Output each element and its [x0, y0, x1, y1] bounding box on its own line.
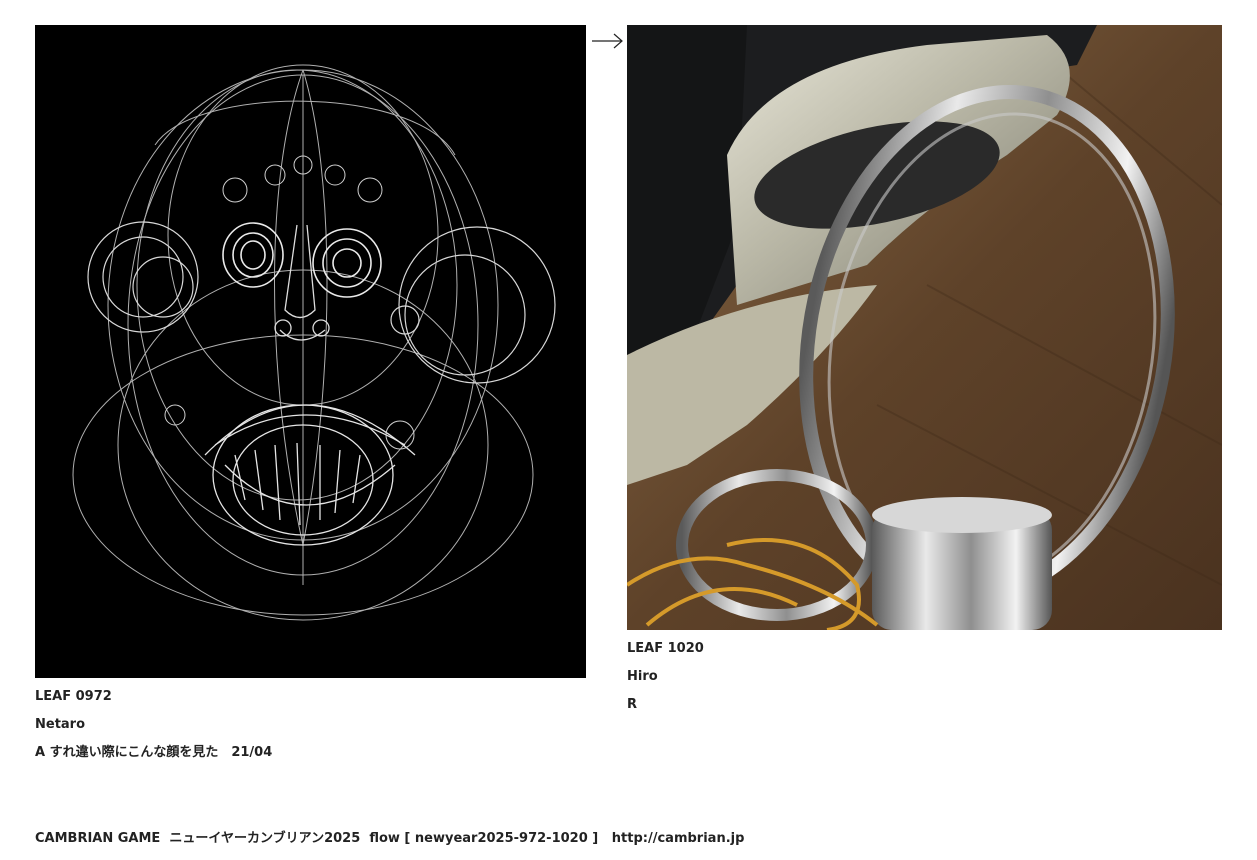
footer-url-link[interactable]: http://cambrian.jp: [612, 831, 745, 846]
right-leaf-id: LEAF 1020: [627, 641, 704, 656]
footer: CAMBRIAN GAME ニューイヤーカンブリアン2025 flow [ ne…: [35, 827, 744, 846]
left-leaf-caption: A すれ違い際にこんな顔を見た 21/04: [35, 745, 273, 760]
leaf-0972-image[interactable]: [35, 25, 586, 678]
flow-arrow-icon: [592, 33, 623, 49]
footer-title[interactable]: ニューイヤーカンブリアン2025: [169, 831, 360, 846]
footer-site-name[interactable]: CAMBRIAN GAME: [35, 831, 160, 846]
footer-flow: flow [ newyear2025-972-1020 ]: [369, 831, 599, 846]
right-leaf-caption: R: [627, 697, 638, 712]
keyring-photo: [627, 25, 1222, 630]
right-leaf-author[interactable]: Hiro: [627, 669, 658, 685]
left-leaf-author[interactable]: Netaro: [35, 717, 85, 733]
face-drawing: [35, 25, 586, 678]
leaf-1020-image[interactable]: [627, 25, 1222, 630]
left-leaf-id: LEAF 0972: [35, 689, 112, 704]
